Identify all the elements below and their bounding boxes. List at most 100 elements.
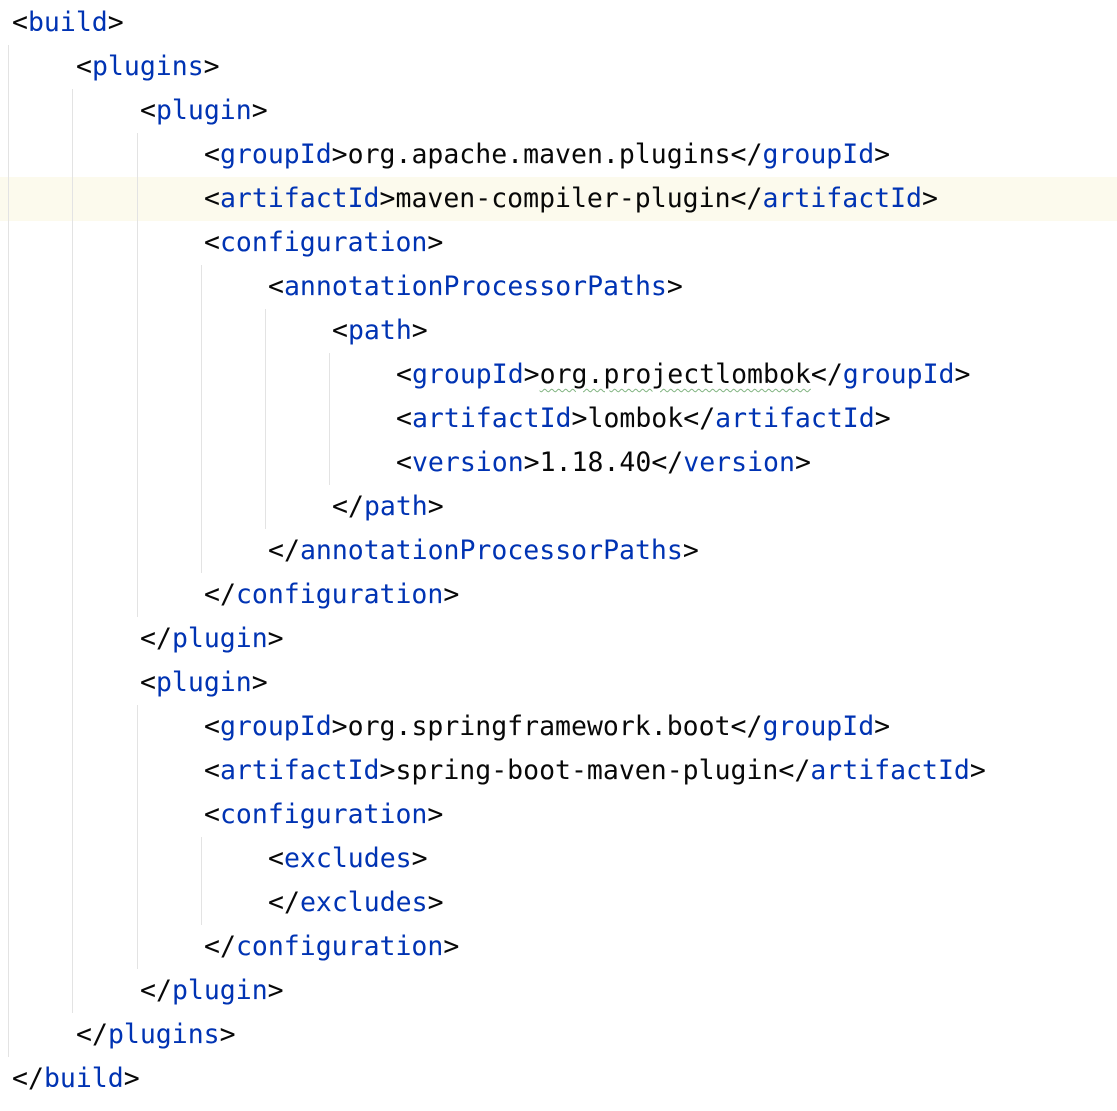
code-line[interactable]: </configuration> [204,573,459,617]
closing-tag-name: artifactId [762,183,923,214]
angle-bracket-close: > [427,887,444,918]
code-line[interactable]: </path> [332,485,444,529]
angle-bracket-close: > [523,359,540,390]
element-text-value: spring-boot-maven-plugin [395,755,779,786]
closing-tag-name: groupId [762,139,875,170]
element-text-value: 1.18.40 [539,447,652,478]
closing-slash: / [699,403,716,434]
code-editor[interactable]: <build> <plugins> <plugin> <groupId>org.apa… [0,0,1117,1111]
element-text-value: maven-compiler-plugin [395,183,731,214]
code-line[interactable]: <build> [12,1,124,45]
angle-bracket-close: > [874,139,891,170]
angle-bracket-close: > [411,843,428,874]
angle-bracket-close: > [954,359,971,390]
angle-bracket-open: < [12,1063,28,1094]
angle-bracket-open: < [204,227,220,258]
indent-guide [137,705,138,969]
angle-bracket-close: > [331,139,348,170]
opening-tag-name: artifactId [219,183,380,214]
angle-bracket-open: < [683,403,700,434]
angle-bracket-open: < [778,755,795,786]
closing-tag-name: groupId [842,359,955,390]
angle-bracket-close: > [379,183,396,214]
closing-tag-name: plugins [107,1019,220,1050]
angle-bracket-open: < [730,183,747,214]
angle-bracket-open: < [396,403,412,434]
code-line[interactable]: </plugin> [140,617,284,661]
opening-tag-name: path [347,315,412,346]
code-line[interactable]: <configuration> [204,793,443,837]
code-line[interactable]: </plugin> [140,969,284,1013]
code-line[interactable]: <plugin> [140,89,268,133]
angle-bracket-close: > [107,7,124,38]
code-line[interactable]: <plugin> [140,661,268,705]
opening-tag-name: groupId [219,139,332,170]
code-line[interactable]: <configuration> [204,221,443,265]
element-text-value: org.springframework.boot [347,711,731,742]
closing-slash: / [283,535,300,566]
closing-slash: / [746,711,763,742]
angle-bracket-open: < [76,1019,92,1050]
code-line[interactable]: </build> [12,1057,140,1101]
angle-bracket-open: < [204,799,220,830]
angle-bracket-close: > [331,711,348,742]
angle-bracket-open: < [396,359,412,390]
closing-slash: / [27,1063,44,1094]
code-line[interactable]: <artifactId>spring-boot-maven-plugin</ar… [204,749,986,793]
angle-bracket-open: < [730,139,747,170]
code-line[interactable]: <annotationProcessorPaths> [268,265,683,309]
element-text-value: org.projectlombok [539,359,811,390]
closing-tag-name: version [683,447,795,478]
indent-guide [137,133,138,617]
opening-tag-name: groupId [219,711,332,742]
code-line[interactable]: </plugins> [76,1013,236,1057]
angle-bracket-open: < [651,447,668,478]
angle-bracket-open: < [140,975,156,1006]
opening-tag-name: artifactId [411,403,572,434]
code-line[interactable]: <artifactId>lombok</artifactId> [396,397,891,441]
code-line[interactable]: <artifactId>maven-compiler-plugin</artif… [204,177,938,221]
closing-tag-name: build [43,1063,124,1094]
code-line[interactable]: <version>1.18.40</version> [396,441,811,485]
code-line[interactable]: </excludes> [268,881,444,925]
angle-bracket-open: < [12,7,28,38]
angle-bracket-open: < [268,887,284,918]
angle-bracket-close: > [427,491,444,522]
angle-bracket-open: < [810,359,827,390]
code-line[interactable]: <path> [332,309,428,353]
code-line[interactable]: <excludes> [268,837,428,881]
opening-tag-name: plugins [91,51,204,82]
angle-bracket-open: < [730,711,747,742]
closing-tag-name: annotationProcessorPaths [299,535,683,566]
code-line[interactable]: <groupId>org.springframework.boot</group… [204,705,890,749]
code-line[interactable]: </configuration> [204,925,459,969]
angle-bracket-close: > [379,755,396,786]
angle-bracket-open: < [204,755,220,786]
indent-guide [201,837,202,925]
angle-bracket-close: > [922,183,938,214]
closing-tag-name: configuration [235,579,444,610]
closing-slash: / [219,579,236,610]
angle-bracket-close: > [874,711,891,742]
closing-slash: / [667,447,684,478]
closing-tag-name: plugin [171,623,268,654]
element-text-value: org.apache.maven.plugins [347,139,731,170]
angle-bracket-open: < [76,51,92,82]
code-line[interactable]: <plugins> [76,45,220,89]
closing-tag-name: groupId [762,711,875,742]
indent-guide [201,265,202,573]
closing-slash: / [746,183,763,214]
code-line[interactable]: <groupId>org.projectlombok</groupId> [396,353,970,397]
closing-slash: / [219,931,236,962]
opening-tag-name: plugin [155,667,252,698]
angle-bracket-open: < [268,535,284,566]
opening-tag-name: annotationProcessorPaths [283,271,667,302]
code-line[interactable]: </annotationProcessorPaths> [268,529,699,573]
closing-slash: / [746,139,763,170]
angle-bracket-close: > [682,535,699,566]
closing-slash: / [794,755,811,786]
element-text-value: lombok [587,403,684,434]
code-line[interactable]: <groupId>org.apache.maven.plugins</group… [204,133,890,177]
angle-bracket-open: < [140,623,156,654]
closing-tag-name: excludes [299,887,428,918]
